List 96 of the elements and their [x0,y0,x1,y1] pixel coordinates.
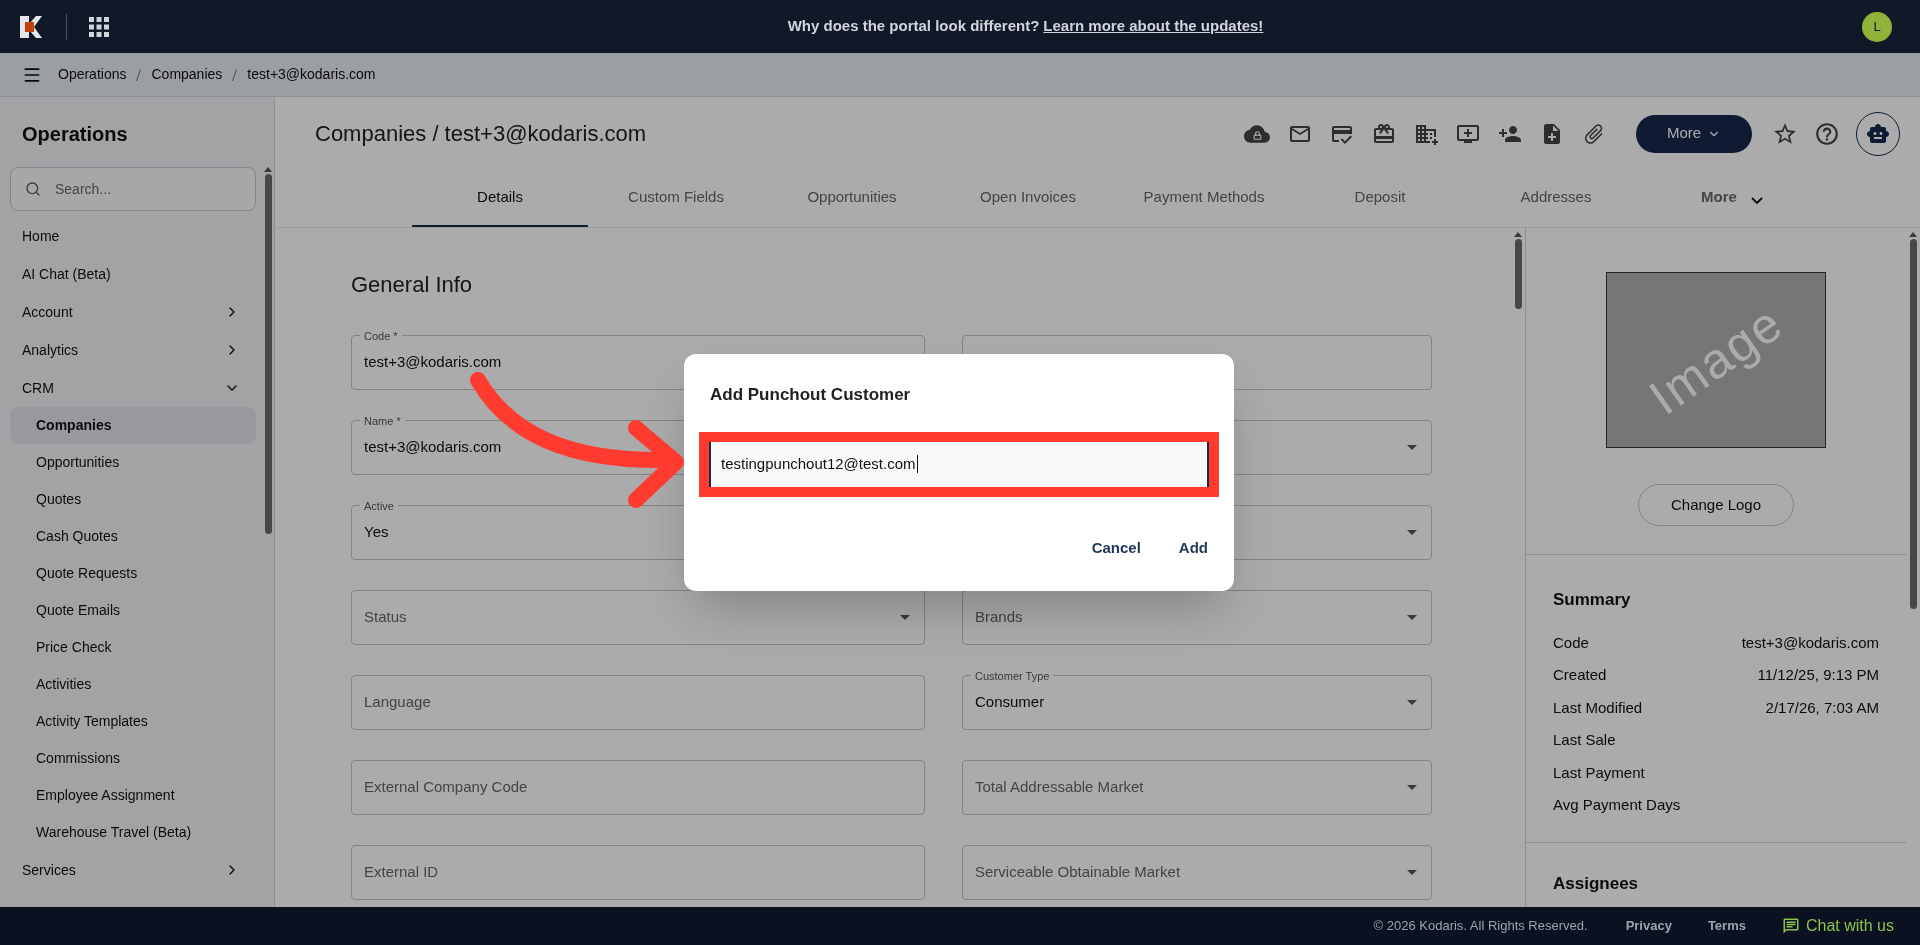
sidebar-item[interactable]: Employee Assignment [10,777,256,814]
sidebar-item[interactable]: Analytics [10,331,256,369]
field-placeholder: Brands [975,607,1023,628]
banner-link[interactable]: Learn more about the updates! [1043,15,1264,38]
sidebar-item[interactable]: CRM [10,369,256,407]
footer-link[interactable]: Terms [1707,916,1746,936]
field-placeholder: Language [364,692,431,713]
search-field[interactable]: Search... [10,167,256,211]
footer-link[interactable]: Privacy [1625,916,1672,936]
summary-value: 11/12/25, 9:13 PM [1757,665,1879,685]
scroll-up-icon[interactable] [264,167,272,172]
dialog-button[interactable]: Cancel [1091,536,1141,559]
dropdown-icon [1407,870,1417,875]
select-field[interactable]: Brands [962,590,1432,645]
summary-label: Last Sale [1553,730,1616,750]
banner-text: Why does the portal look different? [787,16,1040,37]
field-placeholder: External ID [364,862,439,883]
dialog-button[interactable]: Add [1178,536,1208,559]
field-value: test+3@kodaris.com [364,437,502,458]
input-field[interactable]: External ID [351,845,925,900]
tab[interactable]: Custom Fields [588,170,764,227]
input-field[interactable]: testingpunchout12@test.com [709,441,1209,487]
gift-card-icon[interactable] [1372,121,1396,146]
input-field[interactable]: Language [351,675,925,730]
sidebar-item[interactable]: Companies [10,407,256,444]
chat-icon [1781,917,1800,935]
scrollbar-thumb[interactable] [264,174,272,534]
help-icon[interactable] [1814,120,1840,147]
dropdown-icon [900,615,910,620]
sidebar-item[interactable]: Cash Quotes [10,518,256,555]
copyright-text: © 2026 Kodaris. All Rights Reserved. [1373,917,1588,936]
summary-value: 2/17/26, 7:03 AM [1765,697,1879,718]
scroll-up-icon[interactable] [1909,232,1917,237]
sidebar-item[interactable]: AI Chat (Beta) [10,255,256,293]
tab[interactable]: Addresses [1468,170,1644,227]
summary-title: Summary [1553,589,1632,611]
sidebar-item[interactable]: Warehouse Travel (Beta) [10,814,256,851]
sidebar-item[interactable]: Account [10,293,256,331]
field-placeholder: Serviceable Obtainable Market [975,862,1181,883]
summary-label: Code [1553,632,1589,653]
chat-button[interactable]: Chat with us [1781,914,1894,938]
tab[interactable]: Details [412,170,588,227]
tab[interactable]: Opportunities [764,170,940,227]
scrollbar-thumb[interactable] [1514,239,1522,309]
summary-label: Last Payment [1553,762,1645,783]
sidebar-item[interactable]: Quotes [10,481,256,518]
dropdown-icon [1407,615,1417,620]
tab[interactable]: Payment Methods [1116,170,1292,227]
field-placeholder: External Company Code [364,777,528,798]
sidebar-item[interactable]: Quote Requests [10,555,256,592]
dropdown-icon [1407,445,1417,450]
section-title: General Info [351,271,474,299]
select-field[interactable]: Status [351,590,925,645]
tab[interactable]: Deposit [1292,170,1468,227]
field-value: Yes [364,522,389,543]
summary-label: Avg Payment Days [1553,795,1681,815]
sidebar-item[interactable]: Commissions [10,740,256,777]
separator-icon [136,68,142,81]
search-icon [25,181,41,197]
apps-grid-icon[interactable] [89,16,109,37]
dropdown-icon [1407,530,1417,535]
summary-value: test+3@kodaris.com [1741,632,1879,653]
sidebar-item[interactable]: Home [10,217,256,255]
field-value: test+3@kodaris.com [364,352,502,373]
input-field[interactable]: External Company Code [351,760,925,815]
breadcrumb-item[interactable]: Operations [58,64,127,85]
dropdown-icon [1407,700,1417,705]
page-title: Companies / test+3@kodaris.com [315,120,647,148]
field-value: Consumer [975,692,1045,713]
sidebar-item[interactable]: Activities [10,666,256,703]
chevron-down-icon [1750,197,1763,204]
sidebar-item[interactable]: Quote Emails [10,592,256,629]
sidebar-item[interactable]: Services [10,851,256,889]
assignees-title: Assignees [1552,872,1640,895]
summary-label: Created [1553,665,1607,685]
sidebar-item[interactable]: Activity Templates [10,703,256,740]
breadcrumb-item[interactable]: Companies [151,64,223,85]
breadcrumb-item: test+3@kodaris.com [247,65,376,84]
summary-label: Last Modified [1553,697,1643,718]
separator-icon [232,68,238,81]
sidebar-item[interactable]: Opportunities [10,444,256,481]
logo-icon [18,13,44,40]
scrollbar-thumb[interactable] [1909,239,1917,609]
sidebar-title: Operations [21,122,129,147]
tab[interactable]: Open Invoices [940,170,1116,227]
user-avatar[interactable]: L [1862,11,1892,42]
field-placeholder: Total Addressable Market [975,777,1144,798]
robot-icon [1866,121,1890,146]
dropdown-icon [1407,785,1417,790]
select-field[interactable]: Serviceable Obtainable Market [962,845,1432,900]
sidebar-item[interactable]: Price Check [10,629,256,666]
scroll-up-icon[interactable] [1514,232,1522,237]
tab[interactable]: More [1644,170,1820,227]
select-field[interactable]: Total Addressable Market [962,760,1432,815]
field-placeholder: Status [364,607,407,628]
more-button[interactable]: More [1636,114,1752,153]
